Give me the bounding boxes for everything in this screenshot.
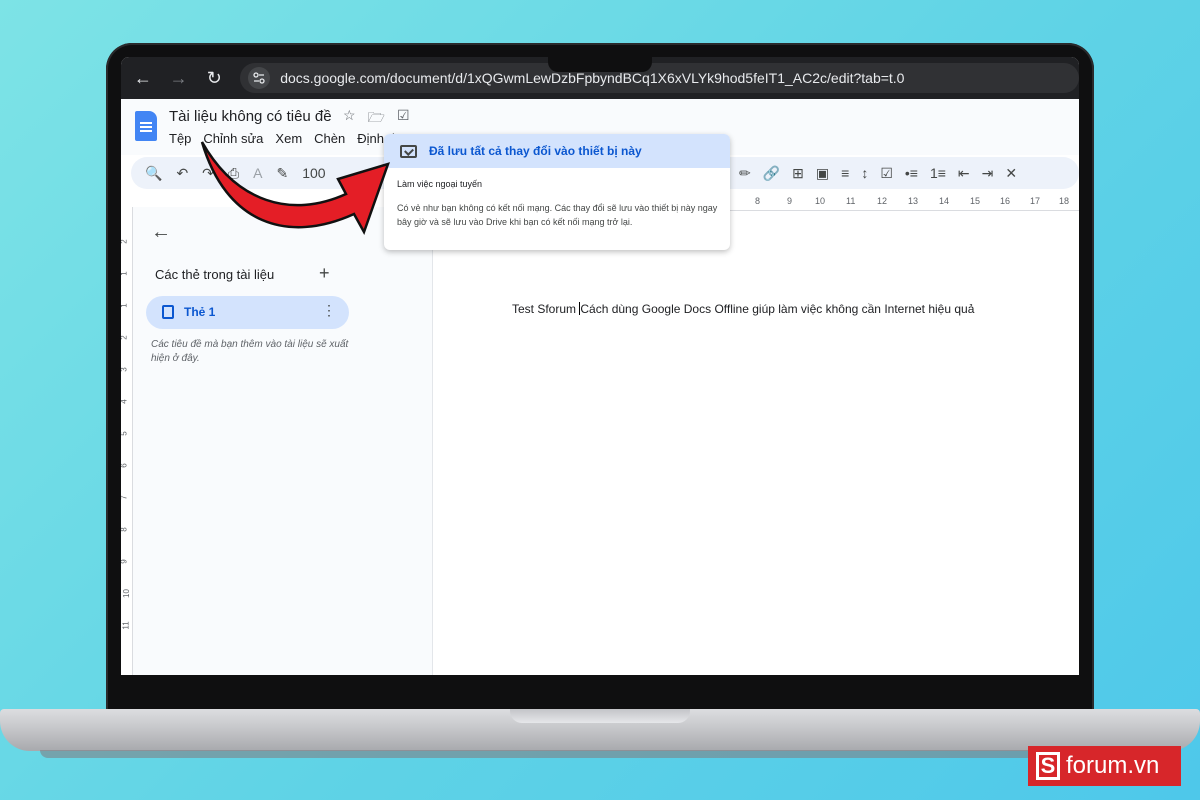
site-info-icon[interactable] [248,67,271,89]
document-tabs-sidebar: ← Các thẻ trong tài liệu + Thẻ 1 ⋮ Các t… [133,207,433,675]
ruler-label: 18 [1059,196,1070,206]
document-body-text[interactable]: Test Sforum Cách dùng Google Docs Offlin… [512,302,974,316]
line-spacing-icon[interactable]: ↕ [861,165,868,181]
ruler-label: 10 [815,196,826,206]
ruler-label: 2 [121,335,129,339]
ruler-label: 9 [787,196,793,206]
ruler-label: 2 [121,239,129,243]
tab-item-1[interactable]: Thẻ 1 ⋮ [146,296,349,329]
popup-body: Có vẻ như bạn không có kết nối mạng. Các… [397,203,718,227]
ruler-label: 13 [908,196,919,206]
ruler-label: 8 [755,196,761,206]
camera-notch [548,52,652,72]
back-arrow-icon[interactable]: ← [133,68,153,89]
ruler-label: 8 [121,527,129,531]
add-tab-icon[interactable]: + [319,263,330,284]
ruler-label: 1 [121,271,129,275]
search-icon[interactable]: 🔍 [145,165,162,182]
popup-subtitle: Làm việc ngoại tuyến [397,179,483,189]
undo-icon[interactable]: ↶ [176,165,188,182]
document-tab-icon [162,305,174,319]
ruler-label: 9 [121,559,129,563]
ruler-label: 10 [121,589,131,598]
ruler-label: 7 [121,495,129,499]
red-arrow-annotation [200,141,390,236]
document-title[interactable]: Tài liệu không có tiêu đề [169,108,332,125]
ruler-label: 12 [877,196,888,206]
ruler-label: 17 [1030,196,1041,206]
menu-file[interactable]: Tệp [169,131,191,146]
close-sidebar-arrow-icon[interactable]: ← [151,221,171,244]
ruler-label: 16 [1000,196,1011,206]
ruler-label: 4 [121,399,129,403]
ruler-label: 11 [121,621,131,630]
sforum-logo: S forum.vn [1028,746,1181,786]
docs-logo-icon[interactable] [135,111,157,141]
sforum-logo-text: forum.vn [1066,752,1160,779]
offline-status-popup: Đã lưu tất cả thay đổi vào thiết bị này … [384,134,730,250]
sforum-logo-icon: S [1036,752,1060,780]
address-bar[interactable]: docs.google.com/document/d/1xQGwmLewDzbF… [240,63,1079,93]
bullet-list-icon[interactable]: •≡ [905,165,918,181]
increase-indent-icon[interactable]: ⇥ [982,165,994,182]
vertical-ruler: 2 1 1 2 3 4 5 6 7 8 9 10 11 [121,207,133,675]
laptop-groove [510,709,690,723]
sidebar-hint: Các tiêu đề mà bạn thêm vào tài liệu sẽ … [151,339,349,364]
forward-arrow-icon[interactable]: → [169,68,189,89]
checklist-icon[interactable]: ☑ [880,165,893,182]
ruler-label: 11 [846,196,856,206]
link-icon[interactable]: 🔗 [763,165,780,182]
ruler-label: 3 [121,367,129,371]
ruler-label: 15 [970,196,981,206]
reload-icon[interactable]: ↻ [204,68,224,89]
ruler-label: 14 [939,196,950,206]
highlight-icon[interactable]: ✏ [739,165,751,182]
saved-to-device-icon [400,144,417,158]
ruler-label: 6 [121,463,129,467]
ruler-label: 1 [121,303,129,307]
align-icon[interactable]: ≡ [841,165,849,181]
document-page[interactable]: Test Sforum Cách dùng Google Docs Offlin… [434,212,1079,675]
numbered-list-icon[interactable]: 1≡ [930,165,946,181]
ruler-label: 5 [121,431,129,435]
clear-format-icon[interactable]: ✕ [1005,165,1017,182]
comment-icon[interactable]: ⊞ [792,165,804,182]
tab-label: Thẻ 1 [184,305,216,319]
popup-title: Đã lưu tất cả thay đổi vào thiết bị này [429,144,642,158]
popup-header: Đã lưu tất cả thay đổi vào thiết bị này [384,134,730,168]
laptop-foot [40,750,1160,758]
tabs-heading: Các thẻ trong tài liệu [155,267,275,282]
image-icon[interactable]: ▣ [816,165,829,182]
decrease-indent-icon[interactable]: ⇤ [958,165,970,182]
offline-saved-icon[interactable]: ☑ [397,107,410,131]
url-text: docs.google.com/document/d/1xQGwmLewDzbF… [280,70,905,86]
more-options-icon[interactable]: ⋮ [322,302,336,319]
